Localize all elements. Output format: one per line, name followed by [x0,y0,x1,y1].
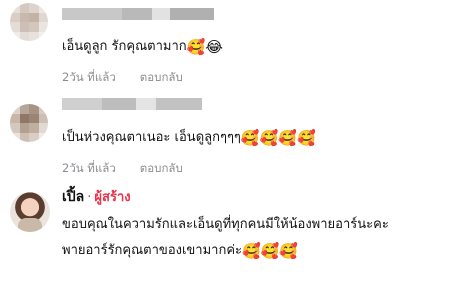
avatar[interactable] [10,3,48,41]
smiling-face-with-hearts-icon: 🥰 [240,129,260,147]
comment-text: เอ็นดูลูก รักคุณตามาก🥰😂 [62,36,223,58]
comment-text-line-2: พายอาร์รักคุณตาของเขามากค่ะ🥰🥰🥰 [62,240,298,262]
comment-3-creator: เปิ้ล · ผู้สร้าง ขอบคุณในความรักและเอ็นดูท… [0,180,450,300]
timestamp: 2วัน ที่แล้ว [62,161,116,175]
timestamp: 2วัน ที่แล้ว [62,70,116,84]
smiling-face-with-hearts-icon: 🥰 [278,129,297,147]
avatar[interactable] [10,104,48,142]
tears-of-joy-icon: 😂 [205,38,223,56]
reply-button[interactable]: ตอบกลับ [140,70,183,84]
author-line: เปิ้ล · ผู้สร้าง [62,186,131,209]
comment-meta: 2วัน ที่แล้ว ตอบกลับ [62,160,183,178]
smiling-face-with-hearts-icon: 🥰 [242,242,261,260]
comment-meta: 2วัน ที่แล้ว ตอบกลับ [62,69,183,87]
smiling-face-with-hearts-icon: 🥰 [260,242,280,260]
smiling-face-with-hearts-icon: 🥰 [279,242,299,260]
comment-2: เป็นห่วงคุณตาเนอะ เอ็นดูลูกๆๆๆ🥰🥰🥰🥰 2วัน … [0,90,450,180]
comment-text-line-1: ขอบคุณในความรักและเอ็นดูที่ทุกคนมีให้น้อ… [62,214,389,236]
author-name-blurred[interactable] [62,8,214,20]
comment-body: ขอบคุณในความรักและเอ็นดูที่ทุกคนมีให้น้อ… [62,217,389,232]
smiling-face-with-hearts-icon: 🥰 [186,38,206,56]
avatar-shirt [18,218,42,232]
author-name[interactable]: เปิ้ล [62,189,84,205]
author-name-blurred[interactable] [62,98,202,110]
comment-1: เอ็นดูลูก รักคุณตามาก🥰😂 2วัน ที่แล้ว ตอบก… [0,0,450,90]
avatar[interactable] [10,192,50,232]
creator-badge: ผู้สร้าง [94,190,131,205]
comment-body: พายอาร์รักคุณตาของเขามากค่ะ [62,243,243,258]
reply-button[interactable]: ตอบกลับ [140,161,183,175]
comment-text: เป็นห่วงคุณตาเนอะ เอ็นดูลูกๆๆๆ🥰🥰🥰🥰 [62,127,316,149]
smiling-face-with-hearts-icon: 🥰 [296,129,316,147]
smiling-face-with-hearts-icon: 🥰 [259,129,279,147]
comment-body: เอ็นดูลูก รักคุณตามาก [62,39,187,54]
separator: · [87,190,92,205]
comment-body: เป็นห่วงคุณตาเนอะ เอ็นดูลูกๆๆๆ [62,130,241,145]
